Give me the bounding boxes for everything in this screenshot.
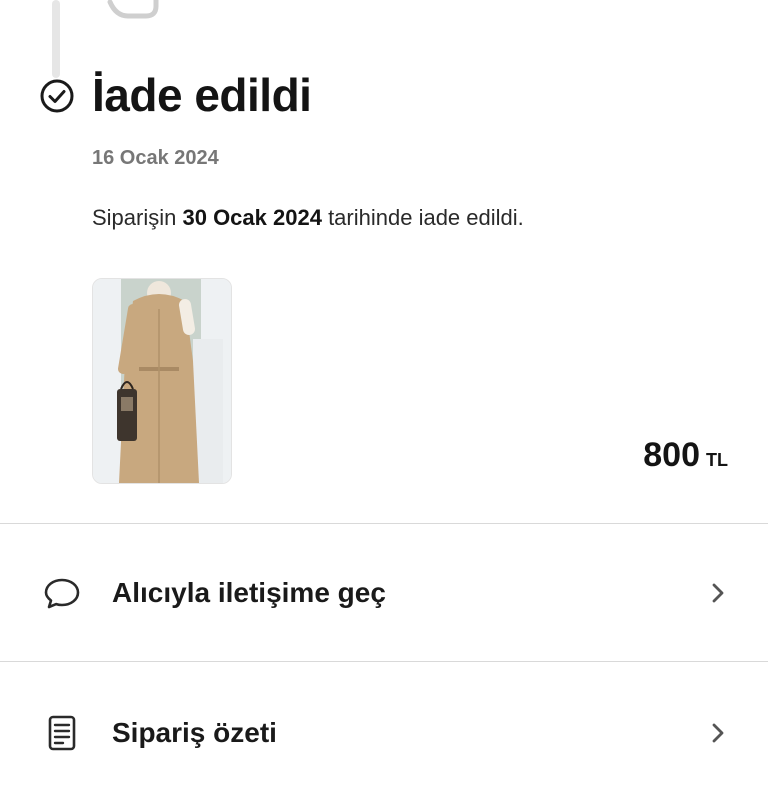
contact-buyer-label: Alıcıyla iletişime geç — [112, 577, 386, 608]
return-arrow-icon — [107, 0, 159, 19]
product-thumbnail[interactable] — [92, 278, 232, 484]
status-message-suffix: tarihinde iade edildi. — [321, 205, 524, 230]
order-summary-label: Sipariş özeti — [112, 717, 277, 748]
divider — [0, 661, 768, 662]
contact-buyer-row[interactable]: Alıcıyla iletişime geç — [0, 523, 768, 663]
chevron-right-icon — [712, 583, 724, 603]
status-message-prefix: Siparişin — [92, 205, 183, 230]
document-list-icon — [48, 715, 76, 751]
chevron-right-icon — [712, 723, 724, 743]
product-image — [93, 279, 231, 483]
check-circle-icon — [40, 79, 74, 113]
chat-bubble-icon — [44, 578, 80, 609]
status-message: Siparişin 30 Ocak 2024 tarihinde iade ed… — [92, 205, 524, 231]
status-title: İade edildi — [92, 69, 312, 121]
price-currency: TL — [706, 450, 728, 470]
timeline-line — [52, 0, 60, 78]
order-summary-row[interactable]: Sipariş özeti — [0, 663, 768, 803]
price-amount: 800 — [643, 436, 700, 474]
status-message-date: 30 Ocak 2024 — [182, 205, 322, 230]
product-price: 800 TL — [643, 436, 728, 475]
status-date: 16 Ocak 2024 — [92, 147, 219, 169]
